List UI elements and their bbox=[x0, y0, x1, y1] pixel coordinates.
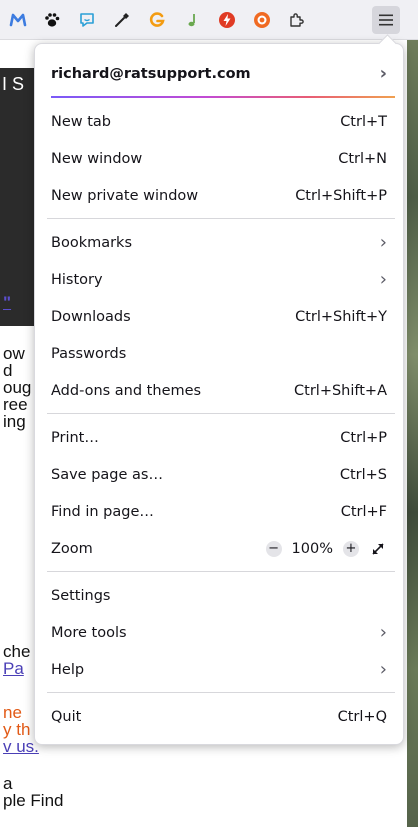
menu-separator bbox=[47, 413, 395, 414]
page-side-image bbox=[407, 40, 418, 827]
menu-item-save-page[interactable]: Save page as… Ctrl+S bbox=[39, 458, 399, 491]
page-link-fragment[interactable]: v us. bbox=[3, 738, 39, 755]
shortcut-label: Ctrl+Q bbox=[337, 708, 387, 725]
fullscreen-icon[interactable] bbox=[369, 540, 387, 558]
account-gradient-separator bbox=[51, 96, 395, 98]
page-text-fragment: y th bbox=[3, 720, 31, 739]
menu-item-more-tools[interactable]: More tools › bbox=[39, 616, 399, 649]
account-email: richard@ratsupport.com bbox=[51, 66, 251, 82]
menu-item-addons-themes[interactable]: Add-ons and themes Ctrl+Shift+A bbox=[39, 374, 399, 407]
shortcut-label: Ctrl+Shift+A bbox=[294, 382, 387, 399]
shortcut-label: Ctrl+Shift+P bbox=[295, 187, 387, 204]
page-text-fragment: ree bbox=[3, 395, 28, 414]
extensions-puzzle-icon[interactable] bbox=[283, 6, 311, 34]
paw-icon[interactable] bbox=[38, 6, 66, 34]
app-menu-panel: richard@ratsupport.com › New tab Ctrl+T … bbox=[34, 34, 404, 745]
menu-item-settings[interactable]: Settings bbox=[39, 579, 399, 612]
menu-item-new-private-window[interactable]: New private window Ctrl+Shift+P bbox=[39, 179, 399, 212]
menu-separator bbox=[47, 571, 395, 572]
account-item[interactable]: richard@ratsupport.com › bbox=[39, 56, 399, 92]
page-text-fragment[interactable]: " bbox=[3, 294, 11, 311]
menu-item-new-window[interactable]: New window Ctrl+N bbox=[39, 142, 399, 175]
chevron-right-icon: › bbox=[379, 268, 387, 290]
menu-item-quit[interactable]: Quit Ctrl+Q bbox=[39, 700, 399, 733]
shortcut-label: Ctrl+S bbox=[339, 466, 387, 483]
menu-item-print[interactable]: Print… Ctrl+P bbox=[39, 421, 399, 454]
shortcut-label: Ctrl+N bbox=[338, 150, 387, 167]
page-text-fragment: ing bbox=[3, 412, 26, 431]
page-header-text: I S bbox=[2, 74, 25, 94]
page-text-fragment: ow bbox=[3, 344, 25, 363]
menu-item-passwords[interactable]: Passwords bbox=[39, 337, 399, 370]
donut-icon[interactable] bbox=[248, 6, 276, 34]
eyedropper-icon[interactable] bbox=[108, 6, 136, 34]
zoom-in-button[interactable]: + bbox=[343, 540, 359, 557]
chevron-right-icon: › bbox=[379, 658, 387, 680]
page-text-fragment: a bbox=[3, 774, 13, 793]
shortcut-label: Ctrl+Shift+Y bbox=[295, 308, 387, 325]
zoom-out-button[interactable]: − bbox=[265, 540, 282, 557]
browser-toolbar bbox=[0, 0, 418, 40]
chevron-right-icon: › bbox=[379, 231, 387, 253]
menu-item-help[interactable]: Help › bbox=[39, 653, 399, 686]
page-link-fragment[interactable]: Pa bbox=[3, 660, 24, 677]
shortcut-label: Ctrl+P bbox=[340, 429, 387, 446]
menu-separator bbox=[47, 692, 395, 693]
menu-separator bbox=[47, 218, 395, 219]
zoom-level[interactable]: 100% bbox=[292, 541, 333, 557]
music-note-icon[interactable] bbox=[178, 6, 206, 34]
menu-item-zoom: Zoom − 100% + bbox=[39, 532, 399, 565]
menu-item-downloads[interactable]: Downloads Ctrl+Shift+Y bbox=[39, 300, 399, 333]
chat-face-icon[interactable] bbox=[73, 6, 101, 34]
menu-item-find-in-page[interactable]: Find in page… Ctrl+F bbox=[39, 495, 399, 528]
page-text-fragment: d bbox=[3, 361, 13, 380]
page-text-fragment: ne bbox=[3, 703, 22, 722]
lightning-icon[interactable] bbox=[213, 6, 241, 34]
g-orange-icon[interactable] bbox=[143, 6, 171, 34]
m-logo-icon[interactable] bbox=[4, 6, 32, 34]
page-text-fragment: che bbox=[3, 642, 31, 661]
page-dark-header bbox=[0, 68, 36, 326]
page-text-fragment: ple Find bbox=[3, 791, 64, 810]
shortcut-label: Ctrl+T bbox=[340, 113, 387, 130]
menu-item-bookmarks[interactable]: Bookmarks › bbox=[39, 226, 399, 259]
chevron-right-icon: › bbox=[379, 63, 387, 84]
zoom-controls: − 100% + bbox=[265, 540, 387, 558]
menu-item-new-tab[interactable]: New tab Ctrl+T bbox=[39, 105, 399, 138]
shortcut-label: Ctrl+F bbox=[340, 503, 387, 520]
page-text-fragment: oug bbox=[3, 378, 32, 397]
chevron-right-icon: › bbox=[379, 621, 387, 643]
menu-item-history[interactable]: History › bbox=[39, 263, 399, 296]
hamburger-menu-icon[interactable] bbox=[372, 6, 400, 34]
